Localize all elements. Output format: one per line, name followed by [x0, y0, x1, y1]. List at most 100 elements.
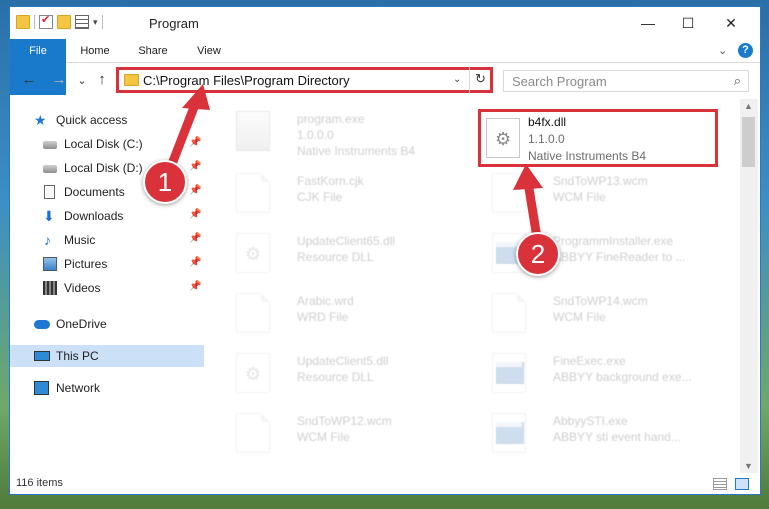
sidebar-item-local-disk-c[interactable]: Local Disk (C:) 📌 [10, 133, 204, 155]
sidebar-item-onedrive[interactable]: OneDrive [10, 313, 204, 335]
status-bar: 116 items [10, 474, 760, 494]
app-window-icon [492, 413, 526, 453]
search-icon: ⌕ [733, 73, 741, 88]
tab-view[interactable]: View [184, 39, 234, 63]
file-detail: WRD File [297, 310, 349, 324]
close-button[interactable]: ✕ [721, 13, 741, 33]
new-folder-icon[interactable] [57, 15, 71, 29]
window-title: Program [149, 16, 199, 31]
tab-home[interactable]: Home [70, 39, 120, 63]
back-button[interactable]: ← [19, 71, 39, 88]
dll-gear-icon: ⚙ [486, 118, 520, 158]
step-badge-2: 2 [516, 232, 560, 276]
sidebar-item-music[interactable]: ♪ Music 📌 [10, 229, 204, 251]
sidebar-item-network[interactable]: Network [10, 377, 204, 399]
vertical-scrollbar[interactable]: ▲ ▼ [740, 99, 758, 473]
view-options-icon[interactable] [75, 15, 89, 29]
file-detail: Native Instruments B4 [297, 144, 416, 158]
local-disk-icon [43, 141, 57, 149]
local-disk-icon [43, 165, 57, 173]
file-detail: CJK File [297, 190, 343, 204]
up-button[interactable]: ↑ [92, 71, 112, 88]
scroll-down-icon[interactable]: ▼ [744, 461, 753, 471]
large-icons-view-icon[interactable] [735, 478, 749, 490]
music-icon: ♪ [44, 232, 51, 248]
address-bar[interactable]: C:\Program Files\Program Directory ⌄ ↻ [116, 67, 493, 93]
search-input[interactable]: Search Program ⌕ [503, 70, 749, 92]
explorer-window: ▾ Program — ☐ ✕ File Home Share View ⌄ ?… [9, 6, 761, 495]
file-name: FineExec.exe [553, 354, 626, 368]
file-name: SndToWP12.wcm [297, 414, 392, 428]
file-item[interactable]: ⚙ UpdateClient5.dll Resource DLL [222, 345, 472, 401]
toolbar-divider [101, 15, 103, 29]
sidebar-item-label: Documents [64, 185, 125, 199]
file-detail: WCM File [297, 430, 350, 444]
item-count: 116 items [16, 477, 63, 489]
downloads-icon: ⬇ [43, 208, 55, 224]
blank-file-icon [236, 413, 270, 453]
file-list: program.exe 1.0.0.0 Native Instruments B… [212, 103, 740, 471]
file-detail: WCM File [553, 190, 606, 204]
file-item[interactable]: FastKorn.cjk CJK File [222, 165, 472, 221]
file-item[interactable]: AbbyySTI.exe ABBYY sti event hand... [478, 405, 728, 461]
file-item[interactable]: SndToWP14.wcm WCM File [478, 285, 728, 341]
properties-icon[interactable] [39, 13, 53, 29]
pin-icon: 📌 [189, 257, 202, 268]
this-pc-icon [34, 351, 50, 361]
sidebar-item-videos[interactable]: Videos 📌 [10, 277, 204, 299]
file-item[interactable]: SndToWP12.wcm WCM File [222, 405, 472, 461]
file-name: Arabic.wrd [297, 294, 354, 308]
title-bar: ▾ Program — ☐ ✕ [10, 7, 760, 39]
file-item[interactable]: FineExec.exe ABBYY background exe... [478, 345, 728, 401]
sidebar-item-label: Network [56, 381, 101, 395]
file-name: program.exe [297, 112, 365, 126]
tab-share[interactable]: Share [128, 39, 178, 63]
file-item[interactable]: SndToWP13.wcm WCM File [478, 165, 728, 221]
refresh-button[interactable]: ↻ [469, 67, 491, 93]
file-name: SndToWP13.wcm [553, 174, 648, 188]
file-name: FastKorn.cjk [297, 174, 364, 188]
pictures-icon [43, 257, 57, 271]
blank-file-icon [492, 293, 526, 333]
sidebar-item-label: Local Disk (C:) [64, 137, 143, 151]
file-item[interactable]: ⚙ UpdateClient65.dll Resource DLL [222, 225, 472, 281]
sidebar-item-label: OneDrive [56, 317, 107, 331]
minimize-button[interactable]: — [638, 13, 658, 33]
sidebar-item-label: This PC [56, 349, 99, 363]
pin-icon: 📌 [189, 161, 202, 172]
file-detail: Resource DLL [297, 370, 374, 384]
details-view-icon[interactable] [713, 478, 727, 490]
file-detail: Native Instruments B4 [528, 149, 647, 163]
sidebar-item-downloads[interactable]: ⬇ Downloads 📌 [10, 205, 204, 227]
address-path[interactable]: C:\Program Files\Program Directory [143, 73, 350, 88]
file-name: ProgrammInstaller.exe [553, 234, 674, 248]
address-dropdown-icon[interactable]: ⌄ [453, 74, 461, 85]
file-name: UpdateClient65.dll [297, 234, 396, 248]
pin-icon: 📌 [189, 233, 202, 244]
toolbar-divider [34, 15, 35, 29]
sidebar-item-quick-access[interactable]: ★ Quick access [10, 109, 204, 131]
file-detail: 1.1.0.0 [528, 132, 565, 146]
maximize-button[interactable]: ☐ [678, 13, 698, 33]
file-item-b4fx-dll[interactable]: ⚙ b4fx.dll 1.1.0.0 Native Instruments B4 [478, 109, 718, 167]
file-item[interactable]: program.exe 1.0.0.0 Native Instruments B… [222, 103, 472, 159]
scroll-thumb[interactable] [742, 117, 755, 167]
file-item[interactable]: Arabic.wrd WRD File [222, 285, 472, 341]
navigation-pane: ★ Quick access Local Disk (C:) 📌 Local D… [10, 105, 204, 473]
folder-icon [16, 15, 30, 29]
customize-toolbar-caret-icon[interactable]: ▾ [93, 17, 98, 28]
sidebar-item-pictures[interactable]: Pictures 📌 [10, 253, 204, 275]
blank-file-icon [492, 173, 526, 213]
sidebar-item-this-pc[interactable]: This PC [10, 345, 204, 367]
scroll-up-icon[interactable]: ▲ [744, 101, 753, 111]
forward-button[interactable]: → [49, 71, 69, 88]
file-detail: 1.0.0.0 [297, 128, 334, 142]
app-window-icon [492, 353, 526, 393]
help-button[interactable]: ? [738, 43, 753, 58]
recent-locations-button[interactable]: ⌄ [72, 74, 92, 87]
expand-ribbon-chevron-icon[interactable]: ⌄ [718, 44, 727, 57]
network-icon [34, 381, 49, 395]
pin-icon: 📌 [189, 209, 202, 220]
videos-icon [43, 281, 57, 295]
file-name: AbbyySTI.exe [553, 414, 628, 428]
